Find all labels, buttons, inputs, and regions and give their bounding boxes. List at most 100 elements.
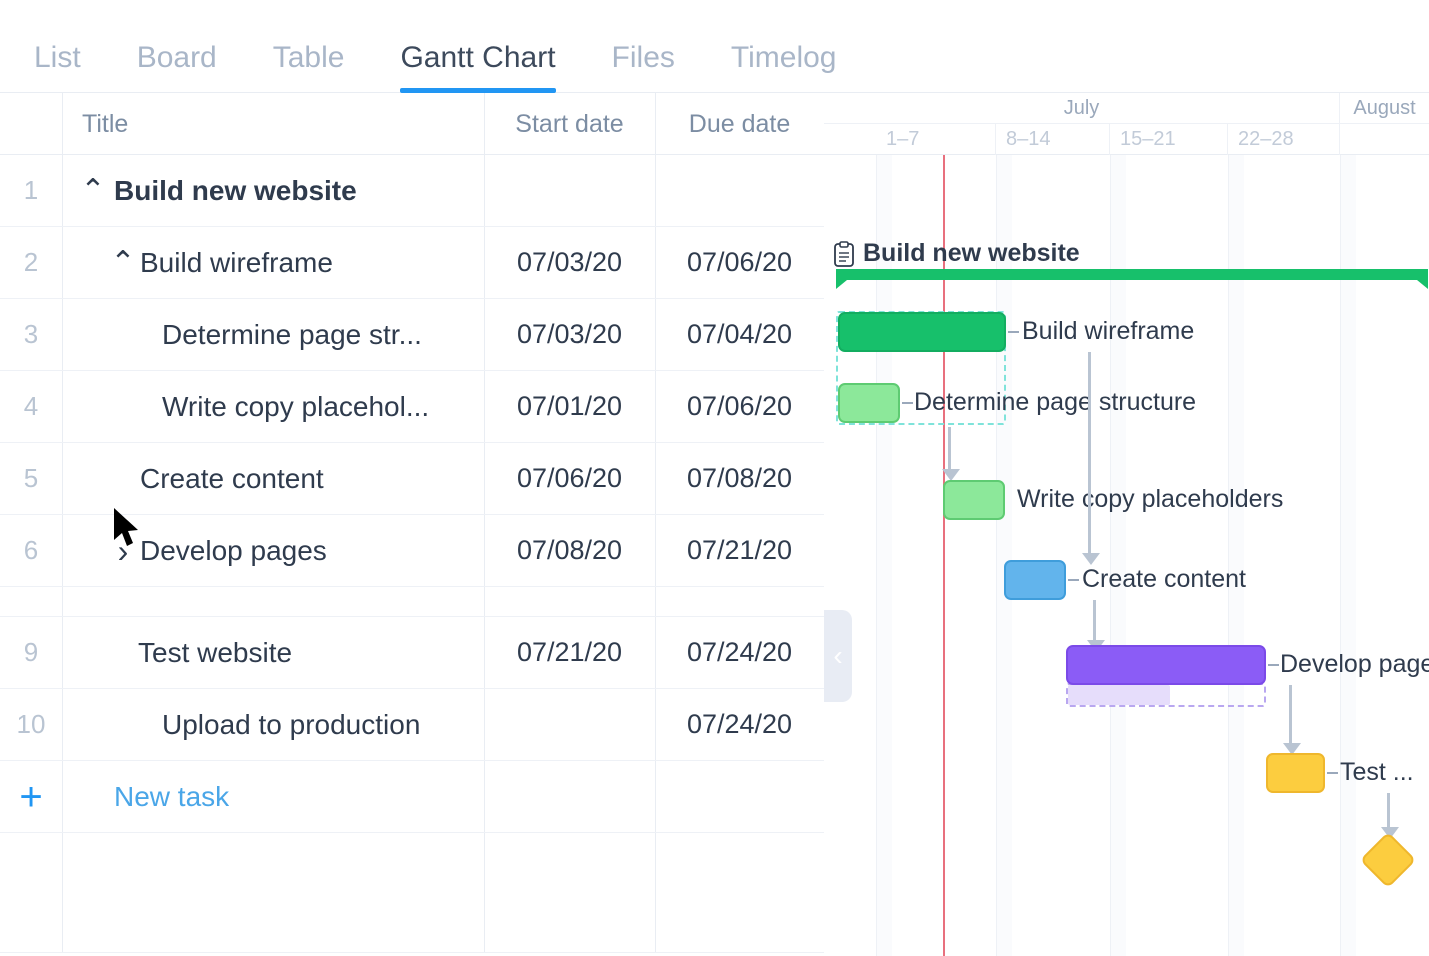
tab-label: List <box>34 41 81 74</box>
gantt-week-spacer <box>824 124 876 155</box>
gantt-bar-label-build-wireframe: Build wireframe <box>1022 317 1195 345</box>
tab-label: Files <box>611 41 675 74</box>
row-number: 9 <box>23 637 39 667</box>
gantt-month-july: July <box>824 93 1340 124</box>
task-title: Test website <box>138 636 293 668</box>
task-title: Determine page str... <box>162 318 422 350</box>
gantt-dependency-line <box>948 427 951 471</box>
task-due-date[interactable]: 07/24/20 <box>655 709 824 740</box>
grid-divider <box>484 93 485 154</box>
chevron-left-icon: ‹ <box>833 640 843 671</box>
row-number: 1 <box>23 175 39 205</box>
collapsed-rows-spacer <box>0 587 824 617</box>
empty-grid-row <box>0 833 824 953</box>
row-number: 6 <box>23 535 39 565</box>
gantt-bar-develop-pages[interactable] <box>1066 645 1266 685</box>
column-header-due-date[interactable]: Due date <box>655 110 824 139</box>
gantt-panel-collapse-button[interactable]: ‹ <box>824 610 852 702</box>
gantt-week-august <box>1340 124 1429 155</box>
task-start-date[interactable]: 07/21/20 <box>484 637 655 668</box>
tab-label: Board <box>136 41 217 74</box>
table-row[interactable]: 1 Build new website <box>0 155 824 227</box>
tab-timelog[interactable]: Timelog <box>731 43 837 93</box>
tab-board[interactable]: Board <box>137 43 217 93</box>
gantt-bar-tick <box>1268 664 1279 666</box>
new-task-row[interactable]: + New task <box>0 761 824 833</box>
column-header-title[interactable]: Title <box>62 110 484 139</box>
gantt-summary-bar[interactable] <box>836 269 1428 289</box>
task-due-date[interactable]: 07/06/20 <box>655 247 824 278</box>
task-title: Create content <box>140 462 324 494</box>
gantt-project-label: Build new website <box>834 239 1080 268</box>
task-start-date[interactable]: 07/03/20 <box>484 247 655 278</box>
gantt-bar-build-wireframe[interactable] <box>838 312 1006 352</box>
gantt-week-1-7: 1–7 <box>876 124 996 155</box>
new-task-label[interactable]: New task <box>62 781 229 813</box>
table-row[interactable]: 3 Determine page str... 07/03/20 07/04/2… <box>0 299 824 371</box>
clipboard-icon <box>834 240 854 267</box>
tab-files[interactable]: Files <box>612 43 675 93</box>
task-due-date[interactable]: 07/04/20 <box>655 319 824 350</box>
row-number: 4 <box>23 391 39 421</box>
gantt-week-8-14: 8–14 <box>996 124 1110 155</box>
grid-divider <box>655 93 656 154</box>
tab-label: Table <box>272 41 345 74</box>
view-tab-bar: List Board Table Gantt Chart Files Timel… <box>0 0 1429 93</box>
table-row[interactable]: 9 Test website 07/21/20 07/24/20 <box>0 617 824 689</box>
task-due-date[interactable]: 07/08/20 <box>655 463 824 494</box>
row-toggle-chevron-up-icon[interactable] <box>106 248 140 278</box>
gantt-dependency-line <box>1088 352 1091 556</box>
gantt-project-title: Build new website <box>863 239 1080 267</box>
task-start-date[interactable]: 07/08/20 <box>484 535 655 566</box>
gantt-bar-tick <box>902 402 913 404</box>
gantt-bar-label-test-website: Test ... <box>1340 758 1414 786</box>
gantt-dependency-line <box>1289 685 1292 745</box>
gantt-week-22-28: 22–28 <box>1228 124 1340 155</box>
gantt-dependency-arrow <box>1082 553 1100 565</box>
gantt-bar-write-copy-placeholders[interactable] <box>943 480 1005 520</box>
gantt-bar-label-write-copy-placeholders: Write copy placeholders <box>1017 485 1284 513</box>
gantt-bar-label-develop-pages: Develop pages <box>1280 650 1429 678</box>
table-row[interactable]: 6 Develop pages 07/08/20 07/21/20 <box>0 515 824 587</box>
row-toggle-chevron-up-icon[interactable] <box>76 176 110 206</box>
task-due-date[interactable]: 07/24/20 <box>655 637 824 668</box>
task-start-date[interactable]: 07/03/20 <box>484 319 655 350</box>
table-row[interactable]: 10 Upload to production 07/24/20 <box>0 689 824 761</box>
gantt-body: Build new website Build wireframe Determ… <box>824 155 1429 956</box>
task-start-date[interactable]: 07/01/20 <box>484 391 655 422</box>
gantt-milestone-upload-to-production[interactable] <box>1359 831 1417 889</box>
tab-gantt-chart[interactable]: Gantt Chart <box>400 43 556 93</box>
gantt-bar-tick <box>1068 579 1079 581</box>
tab-list: List Board Table Gantt Chart Files Timel… <box>0 0 1429 93</box>
task-start-date[interactable]: 07/06/20 <box>484 463 655 494</box>
task-due-date[interactable]: 07/06/20 <box>655 391 824 422</box>
task-grid: Title Start date Due date 1 Build new we… <box>0 93 824 956</box>
gantt-bar-test-website[interactable] <box>1266 753 1325 793</box>
gantt-bar-label-determine-page-structure: Determine page structure <box>914 388 1197 416</box>
column-header-start-date[interactable]: Start date <box>484 110 655 139</box>
row-number: 5 <box>23 463 39 493</box>
task-grid-header: Title Start date Due date <box>0 93 824 155</box>
gantt-progress-fill <box>1068 685 1170 705</box>
tab-table[interactable]: Table <box>273 43 345 93</box>
task-due-date[interactable]: 07/21/20 <box>655 535 824 566</box>
task-title: Develop pages <box>140 534 327 566</box>
tab-list-view[interactable]: List <box>34 43 81 93</box>
row-number: 3 <box>23 319 39 349</box>
gantt-dependency-line <box>1387 793 1390 829</box>
plus-icon[interactable]: + <box>0 777 62 817</box>
row-toggle-chevron-right-icon[interactable] <box>106 535 140 567</box>
gantt-week-15-21: 15–21 <box>1110 124 1228 155</box>
tab-label: Timelog <box>730 41 837 74</box>
table-row[interactable]: 5 Create content 07/06/20 07/08/20 <box>0 443 824 515</box>
gantt-bar-create-content[interactable] <box>1004 560 1066 600</box>
gantt-chart-panel: July August 1–7 8–14 15–21 22–28 Build n… <box>824 93 1429 956</box>
table-row[interactable]: 4 Write copy placehol... 07/01/20 07/06/… <box>0 371 824 443</box>
table-row[interactable]: 2 Build wireframe 07/03/20 07/06/20 <box>0 227 824 299</box>
gantt-bar-tick <box>1327 772 1338 774</box>
gantt-month-august: August <box>1353 97 1416 119</box>
grid-divider <box>62 93 63 154</box>
gantt-week-header: 1–7 8–14 15–21 22–28 <box>824 124 1429 155</box>
task-title: Write copy placehol... <box>162 390 430 422</box>
gantt-bar-determine-page-structure[interactable] <box>838 383 900 423</box>
